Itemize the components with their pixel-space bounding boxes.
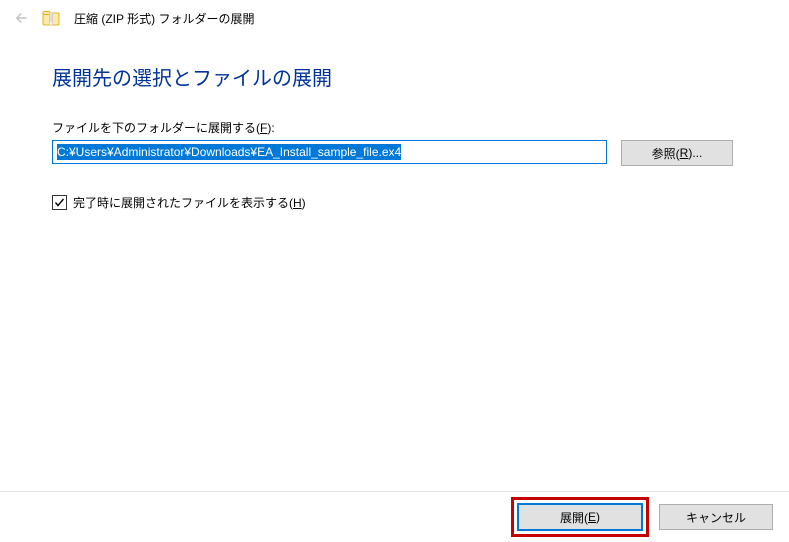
show-files-label: 完了時に展開されたファイルを表示する(H)	[73, 194, 306, 211]
extract-label-suffix: )	[596, 510, 600, 524]
extract-button-highlight: 展開(E)	[511, 497, 649, 537]
zip-folder-icon	[42, 9, 60, 27]
destination-path-value: C:¥Users¥Administrator¥Downloads¥EA_Inst…	[57, 144, 401, 160]
extract-button[interactable]: 展開(E)	[517, 503, 643, 531]
destination-path-input[interactable]: C:¥Users¥Administrator¥Downloads¥EA_Inst…	[52, 140, 607, 164]
browse-label-prefix: 参照(	[652, 145, 680, 162]
cancel-label: キャンセル	[686, 509, 746, 526]
path-label: ファイルを下のフォルダーに展開する(F):	[52, 119, 747, 136]
extract-label-key: E	[588, 510, 596, 524]
browse-label-key: R	[680, 146, 689, 160]
path-label-suffix: ):	[267, 121, 274, 135]
show-files-checkbox[interactable]	[52, 195, 67, 210]
show-files-check-row: 完了時に展開されたファイルを表示する(H)	[52, 194, 747, 211]
browse-label-suffix: )...	[688, 146, 702, 160]
window-title: 圧縮 (ZIP 形式) フォルダーの展開	[74, 10, 254, 27]
show-files-label-key: H	[293, 196, 302, 210]
titlebar: 圧縮 (ZIP 形式) フォルダーの展開	[0, 0, 789, 36]
show-files-label-suffix: )	[302, 196, 306, 210]
show-files-label-prefix: 完了時に展開されたファイルを表示する(	[73, 196, 293, 210]
path-row: C:¥Users¥Administrator¥Downloads¥EA_Inst…	[52, 140, 747, 166]
browse-button[interactable]: 参照(R)...	[621, 140, 733, 166]
path-label-prefix: ファイルを下のフォルダーに展開する(	[52, 121, 260, 135]
back-arrow-icon	[10, 9, 28, 27]
extract-label-prefix: 展開(	[560, 509, 588, 526]
page-heading: 展開先の選択とファイルの展開	[52, 62, 747, 91]
cancel-button[interactable]: キャンセル	[659, 504, 773, 530]
content-area: 展開先の選択とファイルの展開 ファイルを下のフォルダーに展開する(F): C:¥…	[0, 36, 789, 211]
footer: 展開(E) キャンセル	[0, 491, 789, 542]
